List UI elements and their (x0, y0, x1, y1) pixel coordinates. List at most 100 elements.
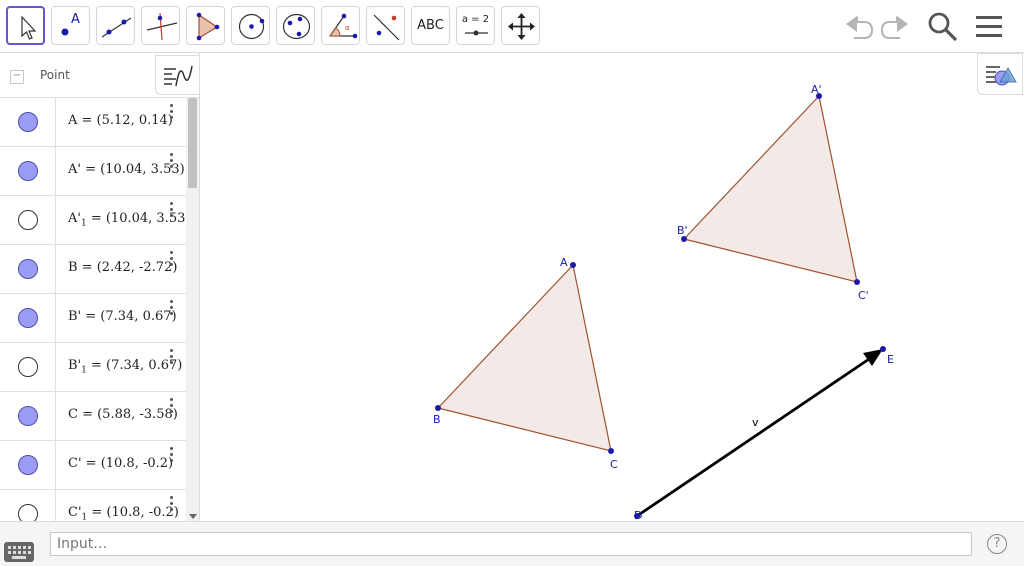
algebra-style-bar-button[interactable] (155, 55, 199, 95)
algebra-item: B = (2.42, -2.72) (68, 260, 178, 275)
algebra-item: C = (5.88, -3.58) (68, 407, 178, 422)
more-options-icon[interactable] (167, 104, 175, 124)
undo-icon (846, 16, 874, 39)
polygon-tool-button[interactable] (186, 6, 225, 45)
visibility-toggle[interactable] (18, 112, 38, 132)
graphics-canvas[interactable]: A B C A' B' C' D E v (207, 53, 1024, 521)
group-label: Point (40, 68, 70, 82)
search-button[interactable] (926, 10, 960, 44)
toolbar: A α ABC a = 2 (0, 0, 1024, 53)
redo-button[interactable] (878, 10, 912, 44)
point-c-prime[interactable] (854, 279, 860, 285)
more-options-icon[interactable] (167, 349, 175, 369)
algebra-view: − Point A = (5.12, 0.14) A' = (10.04, 3.… (0, 53, 200, 521)
point-b[interactable] (435, 405, 441, 411)
more-options-icon[interactable] (167, 447, 175, 467)
label-b: B (433, 413, 441, 426)
visibility-toggle[interactable] (18, 161, 38, 181)
algebra-row-c[interactable]: C = (5.88, -3.58) (0, 392, 186, 441)
line-tool-button[interactable] (96, 6, 135, 45)
more-options-icon[interactable] (167, 300, 175, 320)
algebra-row-a[interactable]: A = (5.12, 0.14) (0, 98, 186, 147)
algebra-item: B' = (7.34, 0.67) (68, 309, 177, 324)
visibility-toggle[interactable] (18, 210, 38, 230)
slider-tool-button[interactable]: a = 2 (456, 6, 495, 45)
algebra-header: − Point (0, 53, 199, 98)
label-a: A (560, 256, 568, 269)
help-icon[interactable]: ? (987, 534, 1007, 554)
point-a[interactable] (570, 262, 576, 268)
keyboard-icon[interactable] (4, 542, 34, 562)
label-e: E (887, 353, 894, 366)
point-e[interactable] (880, 346, 886, 352)
point-tool-button[interactable]: A (51, 6, 90, 45)
perpendicular-line-tool-button[interactable] (141, 6, 180, 45)
angle-tool-button[interactable]: α (321, 6, 360, 45)
visibility-toggle[interactable] (18, 357, 38, 377)
vector-arrowhead (863, 349, 883, 366)
vector-v[interactable] (636, 353, 876, 518)
algebra-scrollbar[interactable] (186, 98, 199, 521)
cursor-arrow-icon (21, 15, 37, 40)
more-options-icon[interactable] (167, 202, 175, 222)
undo-button[interactable] (842, 10, 876, 44)
circle-three-points-icon (282, 13, 311, 40)
label-d: D (634, 509, 642, 521)
line-icon (101, 17, 132, 38)
algebra-row-c-prime-1[interactable]: C'1 = (10.8, -0.2) (0, 490, 186, 521)
search-icon (928, 12, 958, 42)
redo-icon (880, 16, 908, 39)
algebra-item: C' = (10.8, -0.2) (68, 456, 174, 471)
polygon-icon (196, 12, 220, 41)
visibility-toggle[interactable] (18, 455, 38, 475)
visibility-toggle[interactable] (18, 406, 38, 426)
point-c[interactable] (608, 448, 614, 454)
algebra-row-a-prime-1[interactable]: A'1 = (10.04, 3.53) (0, 196, 190, 245)
marble-cell (0, 392, 56, 440)
visibility-toggle[interactable] (18, 259, 38, 279)
scroll-thumb[interactable] (188, 98, 197, 188)
circle-three-points-tool-button[interactable] (276, 6, 315, 45)
label-v: v (752, 416, 759, 429)
slider-icon (465, 30, 488, 36)
triangle-a-prime-b-prime-c-prime[interactable] (682, 94, 858, 283)
algebra-row-b[interactable]: B = (2.42, -2.72) (0, 245, 186, 294)
reflect-tool-button[interactable] (366, 6, 405, 45)
more-options-icon[interactable] (167, 153, 175, 173)
marble-cell (0, 441, 56, 489)
label-c-prime: C' (858, 289, 869, 302)
move-graphics-view-tool-button[interactable] (501, 6, 540, 45)
more-options-icon[interactable] (167, 496, 175, 516)
algebra-item: B'1 = (7.34, 0.67) (68, 358, 183, 376)
main-menu-button[interactable] (973, 10, 1007, 44)
collapse-group-button[interactable]: − (10, 70, 24, 84)
label-c: C (610, 458, 618, 471)
perpendicular-line-icon (146, 12, 178, 41)
more-options-icon[interactable] (167, 398, 175, 418)
algebra-row-a-prime[interactable]: A' = (10.04, 3.53) (0, 147, 186, 196)
marble-cell (0, 490, 56, 521)
reflect-line-icon (373, 14, 400, 41)
move-arrows-icon (508, 13, 535, 40)
label-b-prime: B' (677, 224, 688, 237)
algebra-row-b-prime[interactable]: B' = (7.34, 0.67) (0, 294, 186, 343)
marble-cell (0, 343, 56, 391)
graphics-style-bar-button[interactable] (977, 53, 1023, 95)
algebra-style-icon (164, 65, 193, 87)
marble-cell (0, 294, 56, 342)
text-tool-button[interactable]: ABC (411, 6, 450, 45)
graphics-view[interactable]: A B C A' B' C' D E v (207, 53, 1024, 521)
marble-cell (0, 196, 56, 244)
algebra-input-field[interactable] (50, 532, 972, 556)
angle-icon: α (329, 13, 358, 39)
move-tool-button[interactable] (6, 6, 45, 45)
visibility-toggle[interactable] (18, 504, 38, 521)
scroll-down-arrow-icon[interactable] (189, 514, 197, 519)
triangle-abc[interactable] (436, 263, 612, 452)
algebra-row-b-prime-1[interactable]: B'1 = (7.34, 0.67) (0, 343, 186, 392)
more-options-icon[interactable] (167, 251, 175, 271)
visibility-toggle[interactable] (18, 308, 38, 328)
text-tool-label: ABC (417, 18, 444, 33)
algebra-row-c-prime[interactable]: C' = (10.8, -0.2) (0, 441, 186, 490)
circle-tool-button[interactable] (231, 6, 270, 45)
